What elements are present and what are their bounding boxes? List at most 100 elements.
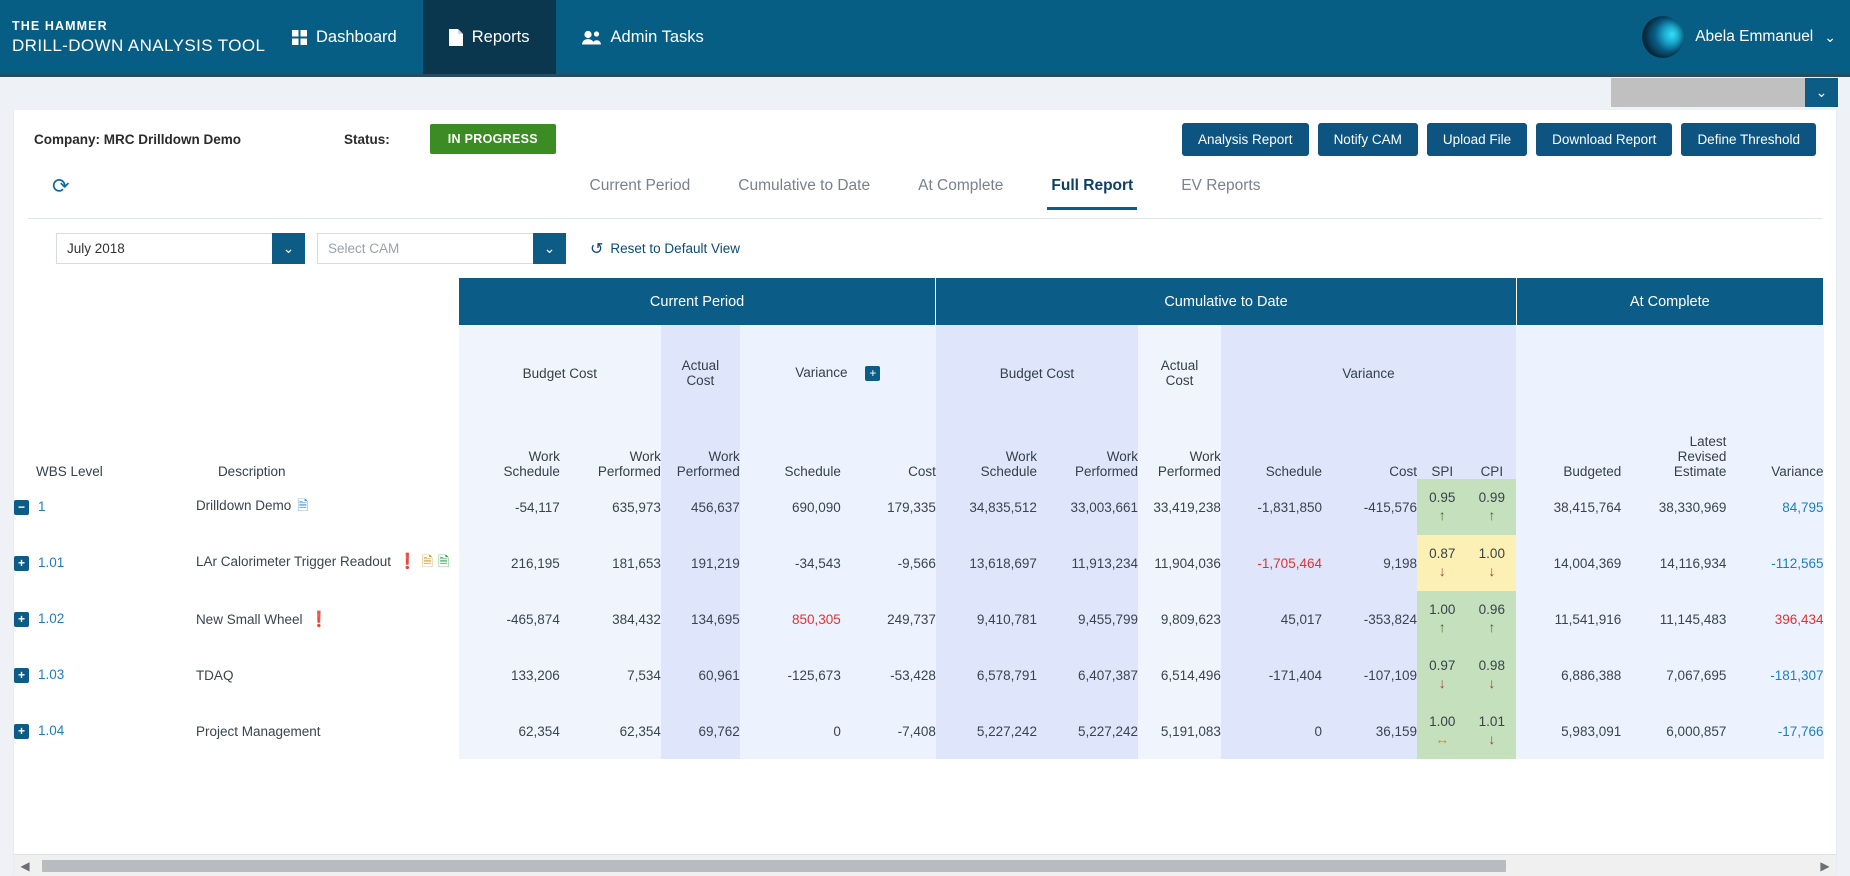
chevron-down-icon[interactable]: ⌄ — [1805, 78, 1838, 107]
spi-cell: 0.97 ↓ — [1417, 647, 1468, 703]
top-right-select[interactable]: ⌄ — [1611, 78, 1838, 107]
table-row[interactable]: +1.02 New Small Wheel ❗ -465,874 384,432 134,… — [14, 591, 1824, 647]
full-report-table: Current Period Cumulative to Date At Com… — [14, 278, 1825, 759]
col-ctd-bcws-l2: Schedule — [980, 464, 1037, 479]
download-report-button[interactable]: Download Report — [1536, 122, 1673, 156]
top-right-select-value[interactable] — [1611, 78, 1805, 107]
cam-select-value[interactable]: Select CAM — [317, 233, 533, 264]
latest-revised-estimate-cell: 7,067,695 — [1621, 647, 1727, 703]
define-threshold-button[interactable]: Define Threshold — [1681, 122, 1816, 156]
period-select[interactable]: July 2018 ⌄ — [56, 233, 305, 264]
wbs-level-cell[interactable]: +1.01 — [14, 535, 196, 591]
wbs-level-cell[interactable]: +1.04 — [14, 703, 196, 759]
cpi-cell: 1.00 ↓ — [1467, 535, 1517, 591]
scroll-left-arrow-icon[interactable]: ◀ — [14, 859, 36, 873]
upload-file-button[interactable]: Upload File — [1426, 122, 1528, 156]
nav-item-admin-tasks[interactable]: Admin Tasks — [556, 0, 730, 74]
report-card: Company: MRC Drilldown Demo Status: IN P… — [14, 110, 1836, 876]
spi-value: 0.87 — [1429, 545, 1456, 561]
spi-cell: 0.87 ↓ — [1417, 535, 1468, 591]
at-complete-variance-cell[interactable]: 396,434 — [1726, 591, 1824, 647]
expand-row-icon[interactable]: + — [14, 723, 29, 739]
wbs-level-label: 1.03 — [38, 667, 65, 683]
wbs-level-cell[interactable]: +1.03 — [14, 647, 196, 703]
alert-icon[interactable]: ❗ — [309, 611, 328, 628]
cam-select[interactable]: Select CAM ⌄ — [317, 233, 566, 264]
at-complete-variance-cell[interactable]: 84,795 — [1726, 479, 1824, 535]
ctd-variance-schedule-cell: 45,017 — [1220, 591, 1322, 647]
chevron-down-icon[interactable]: ⌄ — [272, 233, 305, 264]
budgeted-cell: 38,415,764 — [1516, 479, 1622, 535]
horizontal-scrollbar[interactable]: ◀ ▶ — [14, 854, 1836, 876]
cp-acwp-cell: 134,695 — [660, 591, 740, 647]
chevron-down-icon[interactable]: ⌄ — [533, 233, 566, 264]
reset-to-default-view-button[interactable]: ↺ Reset to Default View — [590, 239, 740, 259]
user-menu[interactable]: Abela Emmanuel ⌄ — [1642, 0, 1836, 74]
tab-at-complete[interactable]: At Complete — [914, 173, 1007, 207]
main-nav-items: Dashboard Reports Admin Tasks — [266, 0, 730, 74]
table-row[interactable]: +1.03 TDAQ 133,206 7,534 60,961 -125,673 -53,4… — [14, 647, 1824, 703]
ctd-bcwp-cell: 5,227,242 — [1036, 703, 1139, 759]
group-cp-variance-label: Variance — [795, 365, 848, 381]
cp-variance-cost-cell: -7,408 — [840, 703, 936, 759]
report-table-zone: Current Period Cumulative to Date At Com… — [14, 278, 1836, 759]
cp-variance-cost-cell: 179,335 — [840, 479, 936, 535]
ctd-acwp-cell: 5,191,083 — [1138, 703, 1221, 759]
chevron-down-icon[interactable]: ⌄ — [1824, 29, 1836, 46]
table-row[interactable]: −1 Drilldown Demo 🗎 -54,117 635,973 456,637 69… — [14, 479, 1824, 535]
alert-icon[interactable]: ❗ — [398, 553, 417, 570]
cp-bcwp-cell: 62,354 — [559, 703, 661, 759]
collapse-row-icon[interactable]: − — [14, 499, 29, 515]
tab-current-period[interactable]: Current Period — [586, 173, 695, 207]
ctd-variance-cost-cell: 9,198 — [1321, 535, 1417, 591]
cpi-value: 0.98 — [1478, 657, 1505, 673]
nav-item-reports[interactable]: Reports — [422, 0, 556, 74]
ctd-bcws-cell: 13,618,697 — [935, 535, 1037, 591]
description-cell: Drilldown Demo 🗎 — [196, 479, 459, 535]
wbs-level-cell[interactable]: −1 — [14, 479, 196, 535]
refresh-icon[interactable]: ⟳ — [52, 176, 70, 197]
toolbar-buttons: Analysis Report Notify CAM Upload File D… — [1182, 122, 1816, 156]
scrollbar-thumb[interactable] — [42, 859, 1506, 872]
brand-title-bottom: DRILL-DOWN ANALYSIS TOOL — [12, 35, 266, 55]
table-row[interactable]: +1.01 LAr Calorimeter Trigger Readout ❗ 🗎 🗎 2… — [14, 535, 1824, 591]
scrollbar-track[interactable] — [36, 859, 1814, 872]
cpi-cell: 0.99 ↑ — [1467, 479, 1517, 535]
document-icon[interactable]: 🗎 — [297, 497, 308, 513]
cpi-cell: 1.01 ↓ — [1467, 703, 1517, 759]
at-complete-variance-cell[interactable]: -17,766 — [1726, 703, 1824, 759]
approved-icon[interactable]: 🗎 — [438, 553, 449, 569]
group-cp-actual-line1: Actual — [681, 358, 720, 373]
expand-row-icon[interactable]: + — [14, 555, 29, 571]
nav-label-reports: Reports — [471, 27, 530, 46]
table-row[interactable]: +1.04 Project Management 62,354 62,354 69,76… — [14, 703, 1824, 759]
col-cp-acwp-l1: Work — [708, 449, 740, 464]
col-ctd-var-schedule: Schedule — [1220, 421, 1322, 479]
reset-icon: ↺ — [590, 240, 604, 258]
band-at-complete: At Complete — [1516, 278, 1825, 325]
wbs-level-cell[interactable]: +1.02 — [14, 591, 196, 647]
analysis-report-button[interactable]: Analysis Report — [1182, 122, 1309, 156]
group-cp-actual-cost: Actual Cost — [660, 325, 740, 421]
note-icon[interactable]: 🗎 — [422, 553, 433, 569]
col-at-complete-variance: Variance — [1726, 421, 1824, 479]
expand-row-icon[interactable]: + — [14, 611, 29, 627]
table-body: −1 Drilldown Demo 🗎 -54,117 635,973 456,637 69… — [14, 479, 1824, 759]
tab-full-report[interactable]: Full Report — [1047, 173, 1138, 210]
nav-item-dashboard[interactable]: Dashboard — [266, 0, 423, 74]
at-complete-variance-cell[interactable]: -181,307 — [1726, 647, 1824, 703]
period-select-value[interactable]: July 2018 — [56, 233, 272, 264]
wbs-level-label: 1 — [38, 499, 46, 515]
col-lre-l1: Latest — [1689, 434, 1727, 449]
tab-ev-reports[interactable]: EV Reports — [1177, 173, 1264, 207]
scroll-right-arrow-icon[interactable]: ▶ — [1814, 859, 1836, 873]
ctd-variance-schedule-cell: -171,404 — [1220, 647, 1322, 703]
nav-label-dashboard: Dashboard — [316, 27, 397, 46]
notify-cam-button[interactable]: Notify CAM — [1317, 122, 1418, 156]
expand-variance-columns-button[interactable]: + — [865, 365, 881, 381]
expand-row-icon[interactable]: + — [14, 667, 29, 683]
tab-cumulative-to-date[interactable]: Cumulative to Date — [734, 173, 874, 207]
col-ctd-acwp-l2: Performed — [1157, 464, 1221, 479]
band-cumulative-to-date: Cumulative to Date — [935, 278, 1517, 325]
at-complete-variance-cell[interactable]: -112,565 — [1726, 535, 1824, 591]
